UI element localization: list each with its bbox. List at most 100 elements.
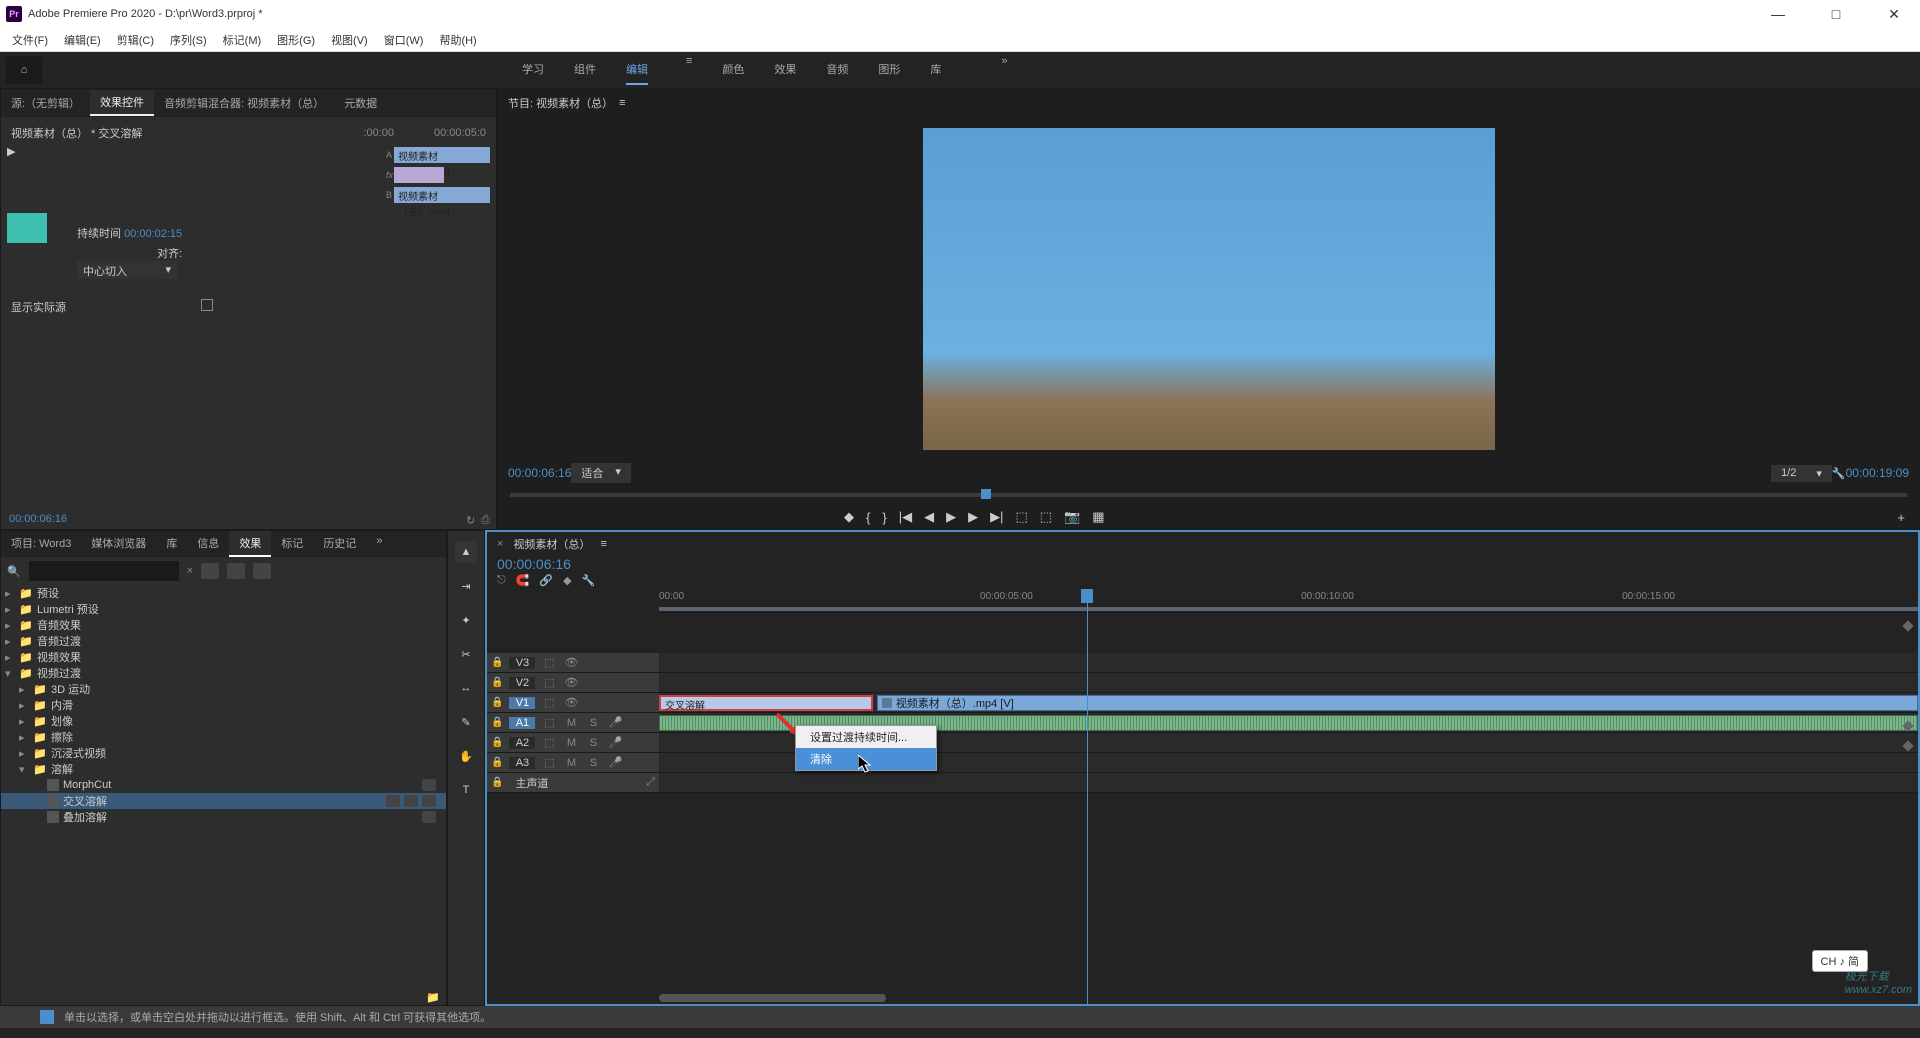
effects-search-input[interactable] xyxy=(29,561,179,581)
hand-tool[interactable]: ✋ xyxy=(455,745,477,767)
tree-item-视频过渡[interactable]: ▾📁视频过渡 xyxy=(1,665,446,681)
workspace-overflow-icon[interactable]: » xyxy=(1001,55,1007,85)
tab-project[interactable]: 项目: Word3 xyxy=(1,531,81,557)
export-frame-icon[interactable]: 📷 xyxy=(1064,509,1080,525)
program-scrubber[interactable] xyxy=(498,485,1919,505)
voice-over-icon[interactable]: 🎤 xyxy=(607,716,623,729)
tree-item-划像[interactable]: ▸📁划像 xyxy=(1,713,446,729)
track-header-v1[interactable]: 🔒 V1 ⬚ 👁 xyxy=(487,693,659,712)
go-to-in-icon[interactable]: |◀ xyxy=(899,509,912,525)
timeline-playhead[interactable] xyxy=(1081,589,1093,603)
lock-icon[interactable]: 🔒 xyxy=(491,737,503,748)
selection-tool[interactable]: ▲ xyxy=(455,541,477,563)
step-back-icon[interactable]: ◀ xyxy=(924,509,934,525)
comparison-view-icon[interactable]: ▦ xyxy=(1092,509,1104,525)
menu-window[interactable]: 窗口(W) xyxy=(378,30,430,50)
lock-icon[interactable]: 🔒 xyxy=(491,777,503,788)
expand-arrow-icon[interactable]: ▸ xyxy=(5,635,15,648)
tree-item-预设[interactable]: ▸📁预设 xyxy=(1,585,446,601)
minimize-button[interactable]: — xyxy=(1758,0,1798,28)
tree-item-音频效果[interactable]: ▸📁音频效果 xyxy=(1,617,446,633)
track-header-a2[interactable]: 🔒 A2 ⬚ M S 🎤 xyxy=(487,733,659,752)
timeline-timecode[interactable]: 00:00:06:16 xyxy=(497,556,571,572)
sync-lock-icon[interactable]: ⬚ xyxy=(541,756,557,769)
timeline-zoom[interactable] xyxy=(487,992,659,1004)
panel-menu-icon[interactable]: ≡ xyxy=(619,97,625,109)
settings-icon[interactable]: 🔧 xyxy=(582,574,596,587)
track-select-tool[interactable]: ⇥ xyxy=(455,575,477,597)
menu-graphics[interactable]: 图形(G) xyxy=(271,30,321,50)
tree-item-叠加溶解[interactable]: 叠加溶解 xyxy=(1,809,446,825)
menu-sequence[interactable]: 序列(S) xyxy=(164,30,213,50)
ec-transition[interactable] xyxy=(394,167,444,183)
workspace-effects[interactable]: 效果 xyxy=(774,55,796,85)
lock-icon[interactable]: 🔒 xyxy=(491,757,503,768)
track-v1-content[interactable]: 交叉溶解 视频素材（总）.mp4 [V] xyxy=(659,693,1918,712)
track-v3-content[interactable] xyxy=(659,653,1918,672)
type-tool[interactable]: T xyxy=(455,779,477,801)
eye-icon[interactable]: 👁 xyxy=(563,656,579,669)
expand-arrow-icon[interactable]: ▸ xyxy=(19,683,29,696)
loop-icon[interactable]: ↻ xyxy=(466,514,475,527)
menu-view[interactable]: 视图(V) xyxy=(325,30,374,50)
home-button[interactable]: ⌂ xyxy=(6,56,42,84)
workspace-color[interactable]: 颜色 xyxy=(722,55,744,85)
tree-item-音频过渡[interactable]: ▸📁音频过渡 xyxy=(1,633,446,649)
pen-tool[interactable]: ✎ xyxy=(455,711,477,733)
insert-sequence-icon[interactable]: ⎋ xyxy=(497,574,506,587)
32bit-badge-icon[interactable] xyxy=(227,563,245,579)
tab-history[interactable]: 历史记 xyxy=(313,531,366,557)
solo-label[interactable]: S xyxy=(585,717,601,729)
button-editor-icon[interactable]: + xyxy=(1897,510,1905,525)
sync-lock-icon[interactable]: ⬚ xyxy=(541,676,557,689)
marker-icon[interactable]: ◆ xyxy=(563,574,571,587)
eye-icon[interactable]: 👁 xyxy=(563,676,579,689)
timeline-hscrollbar[interactable] xyxy=(659,992,1918,1004)
expand-arrow-icon[interactable]: ▾ xyxy=(5,667,15,680)
tab-effects[interactable]: 效果 xyxy=(229,531,271,557)
lock-icon[interactable]: 🔒 xyxy=(491,717,503,728)
expand-arrow-icon[interactable]: ▸ xyxy=(19,731,29,744)
tree-item-视频效果[interactable]: ▸📁视频效果 xyxy=(1,649,446,665)
effect-controls-timecode[interactable]: 00:00:06:16 xyxy=(9,513,67,525)
workspace-assembly[interactable]: 组件 xyxy=(574,55,596,85)
tree-item-交叉溶解[interactable]: 交叉溶解 xyxy=(1,793,446,809)
razor-tool[interactable]: ✂ xyxy=(455,643,477,665)
mute-label[interactable]: M xyxy=(563,717,579,729)
close-icon[interactable]: × xyxy=(497,538,503,550)
clip-v1[interactable]: 视频素材（总）.mp4 [V] xyxy=(877,695,1918,711)
mark-out-icon[interactable]: } xyxy=(882,510,886,525)
expand-arrow-icon[interactable]: ▸ xyxy=(19,747,29,760)
menu-marker[interactable]: 标记(M) xyxy=(217,30,268,50)
expand-icon[interactable]: ⤢ xyxy=(646,776,655,789)
expand-arrow-icon[interactable]: ▸ xyxy=(5,651,15,664)
program-timecode-left[interactable]: 00:00:06:16 xyxy=(508,466,571,480)
expand-arrow-icon[interactable]: ▾ xyxy=(19,763,29,776)
solo-label[interactable]: S xyxy=(585,737,601,749)
tab-libraries[interactable]: 库 xyxy=(156,531,187,557)
voice-over-icon[interactable]: 🎤 xyxy=(607,756,623,769)
show-actual-source-checkbox[interactable] xyxy=(201,299,213,311)
expand-arrow-icon[interactable]: ▸ xyxy=(19,715,29,728)
tree-item-lumetri-预设[interactable]: ▸📁Lumetri 预设 xyxy=(1,601,446,617)
sync-lock-icon[interactable]: ⬚ xyxy=(541,716,557,729)
tab-media-browser[interactable]: 媒体浏览器 xyxy=(81,531,156,557)
track-master-content[interactable] xyxy=(659,773,1918,792)
snap-icon[interactable]: 🧲 xyxy=(516,574,530,587)
expand-arrow-icon[interactable]: ▸ xyxy=(5,603,15,616)
transition-thumbnail[interactable] xyxy=(7,213,47,243)
tab-source[interactable]: 源:（无剪辑） xyxy=(1,91,90,115)
track-header-v2[interactable]: 🔒 V2 ⬚ 👁 xyxy=(487,673,659,692)
program-monitor-video[interactable] xyxy=(923,128,1495,450)
play-icon[interactable]: ▶ xyxy=(7,145,15,205)
tabs-overflow[interactable]: » xyxy=(366,531,392,557)
new-custom-bin-icon[interactable]: 📁 xyxy=(426,991,440,1003)
play-icon[interactable]: ▶ xyxy=(946,509,956,525)
slip-tool[interactable]: ↔ xyxy=(455,677,477,699)
tab-audio-clip-mixer[interactable]: 音频剪辑混合器: 视频素材（总） xyxy=(154,91,334,115)
track-header-v3[interactable]: 🔒 V3 ⬚ 👁 xyxy=(487,653,659,672)
menu-clip[interactable]: 剪辑(C) xyxy=(111,30,160,50)
ec-clipB[interactable]: 视频素材（总）.mp4 xyxy=(394,187,490,203)
add-marker-icon[interactable]: ◆ xyxy=(844,509,854,525)
menu-edit[interactable]: 编辑(E) xyxy=(58,30,107,50)
